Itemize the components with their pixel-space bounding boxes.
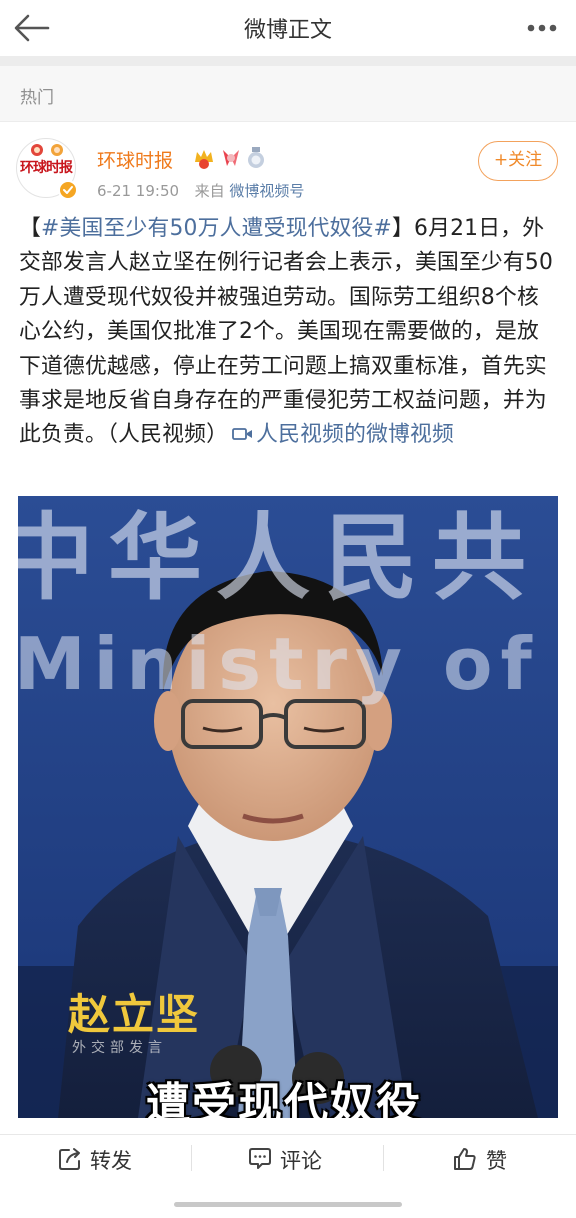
silver-medal-icon — [248, 147, 264, 168]
comment-button[interactable]: 评论 — [192, 1135, 384, 1181]
post-meta: 6-21 19:50 来自 微博视频号 — [97, 180, 304, 201]
avatar-logo-text: 环球时报 — [20, 160, 73, 176]
top-nav-bar: 微博正文 — [0, 0, 576, 56]
source-link[interactable]: 微博视频号 — [229, 182, 304, 200]
follow-button[interactable]: +关注 — [478, 141, 558, 181]
avatar-mascot-decoration — [31, 144, 63, 156]
video-camera-icon — [232, 428, 253, 441]
home-indicator[interactable] — [174, 1202, 402, 1207]
source-prefix: 来自 — [194, 182, 225, 200]
video-source-link[interactable]: 人民视频的微博视频 — [228, 422, 454, 447]
video-backdrop-text: 中华人民共 — [18, 504, 541, 613]
repost-button[interactable]: 转发 — [0, 1135, 192, 1181]
author-name[interactable]: 环球时报 — [97, 146, 173, 173]
share-icon — [59, 1148, 80, 1170]
like-button[interactable]: 赞 — [384, 1135, 576, 1181]
more-button[interactable] — [522, 8, 562, 48]
verified-badge-icon — [58, 180, 78, 200]
topic-hashtag-link[interactable]: #美国至少有50万人遭受现代奴役# — [41, 216, 392, 241]
comment-label: 评论 — [280, 1149, 322, 1173]
post-time: 6-21 19:50 — [97, 182, 180, 200]
repost-label: 转发 — [90, 1149, 132, 1173]
page-title: 微博正文 — [243, 18, 332, 43]
topic-bracket: 【 — [19, 216, 41, 241]
video-subtitle: 遭受现代奴役 — [146, 1079, 422, 1118]
crown-medal-icon — [195, 150, 213, 169]
ribbon-medal-icon — [223, 150, 239, 166]
video-player[interactable]: 中华人民共 Ministry of 赵立坚 外交部发言 遭受现代奴役 — [18, 496, 558, 1118]
post-body: 【#美国至少有50万人遭受现代奴役#】6月21日，外交部发言人赵立坚在例行记者会… — [19, 212, 560, 453]
speaker-title-caption: 外交部发言 — [72, 1040, 167, 1056]
hot-section-bar: 热门 — [0, 66, 576, 122]
hot-section-label: 热门 — [20, 88, 54, 108]
speaker-name-caption: 赵立坚 — [68, 990, 201, 1039]
post-header: 环球时报 环球时报 6-21 19:50 来自 微博视频号 +关注 — [0, 122, 576, 212]
post-body-text: 】6月21日，外交部发言人赵立坚在例行记者会上表示，美国至少有50万人遭受现代奴… — [19, 216, 554, 448]
comment-icon — [249, 1148, 271, 1169]
action-bar: 转发 评论 赞 — [0, 1134, 576, 1198]
like-label: 赞 — [486, 1149, 507, 1173]
medal-icons — [195, 147, 264, 169]
more-horizontal-icon — [527, 24, 557, 32]
video-backdrop-subtext: Ministry of — [18, 622, 540, 706]
video-source-link-label: 人民视频的微博视频 — [256, 422, 455, 448]
thumbs-up-icon — [454, 1148, 476, 1170]
section-separator — [0, 56, 576, 66]
